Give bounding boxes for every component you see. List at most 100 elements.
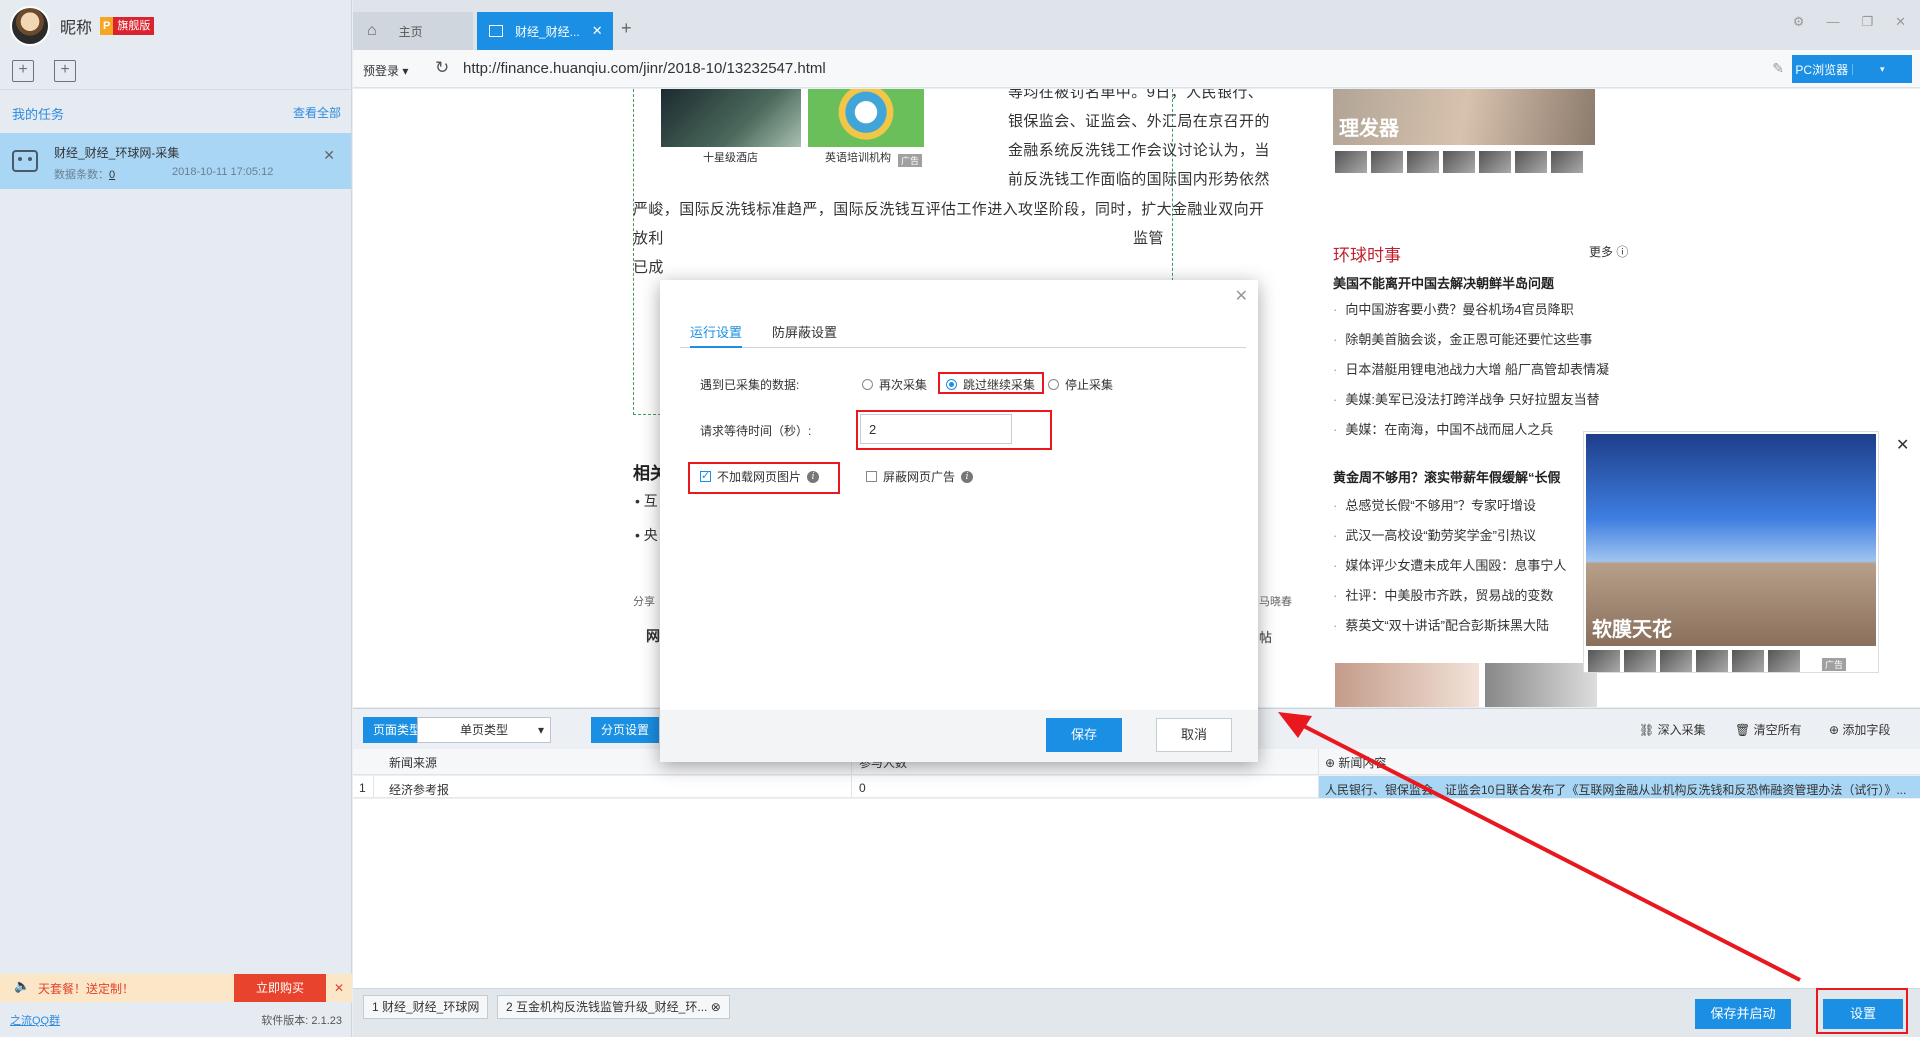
nickname[interactable]: 昵称 (60, 14, 92, 38)
pagination-button[interactable]: 分页设置 (591, 717, 660, 743)
news-item[interactable]: 除朝美首脑会谈，金正恩可能还要忙这些事 (1333, 329, 1592, 348)
pc-browser-button[interactable]: PC浏览器 ▾ (1792, 55, 1912, 83)
tab-home-label: 主页 (398, 24, 423, 39)
tab-close-icon[interactable]: ✕ (592, 23, 603, 39)
cell-content[interactable]: 人民银行、银保监会、证监会10日联合发布了《互联网金融从业机构反洗钱和反恐怖融资… (1325, 781, 1915, 798)
dialog-tabs: 运行设置 防屏蔽设置 (680, 322, 1246, 348)
task-item[interactable]: 财经_财经_环球网-采集 数据条数：0 2018-10-11 17:05:12 … (0, 133, 351, 189)
article-line: 金融系统反洗钱工作会议讨论认为，当 (1008, 142, 1270, 159)
news-item[interactable]: 美媒:美军已没法打跨洋战争 只好拉盟友当替 (1333, 389, 1599, 408)
add-field-button[interactable]: ⊕ 添加字段 (1829, 721, 1890, 738)
bottom-left-char: 网 (646, 628, 660, 644)
row-index: 1 (359, 781, 366, 795)
save-and-start-button[interactable]: 保存并启动 (1695, 999, 1791, 1029)
related-bullet[interactable]: • 央 (635, 525, 658, 545)
window-controls: ⚙ — ❐ ✕ (1793, 14, 1906, 30)
task-count-value[interactable]: 0 (109, 169, 115, 181)
table-row[interactable]: 1 经济参考报 0 人民银行、银保监会、证监会10日联合发布了《互联网金融从业机… (353, 776, 1920, 798)
tab-run-settings[interactable]: 运行设置 (690, 322, 743, 348)
annotation-box-images (688, 462, 840, 494)
settings-dialog: ✕ 运行设置 防屏蔽设置 遇到已采集的数据: 再次采集 跳过继续采集 停止采集 … (660, 280, 1258, 762)
gear-icon[interactable]: ⚙ (1793, 14, 1805, 30)
sidebar-footer: 之流QQ群 软件版本: 2.1.23 (0, 1008, 352, 1032)
tab-bar: ⌂ 主页 财经_财经... ✕ + ⚙ — ❐ ✕ (353, 0, 1920, 50)
checkbox-block-ads[interactable]: 屏蔽网页广告 i (866, 468, 974, 485)
new-task-icon[interactable]: + (12, 59, 34, 82)
bottom-ad-image-1[interactable] (1335, 663, 1479, 707)
news-section-title[interactable]: 环球时事 (1333, 241, 1401, 266)
cancel-button[interactable]: 取消 (1156, 718, 1232, 752)
url-field[interactable]: http://finance.huanqiu.com/jinr/2018-10/… (463, 60, 826, 77)
deep-collect-button[interactable]: ⛓ 深入采集 (1639, 721, 1706, 738)
column-header[interactable]: ⊕ 新闻内容 (1325, 754, 1386, 771)
page-tab-2[interactable]: 2 互金机构反洗钱监管升级_财经_环... ⊗ (497, 995, 730, 1019)
more-link-label: 更多 (1589, 245, 1614, 259)
radio-stop[interactable]: 停止采集 (1048, 376, 1113, 393)
post-right-text: 帖 (1259, 630, 1273, 645)
task-count-label: 数据条数： (54, 169, 109, 181)
ad-caption-1[interactable]: 十星级酒店 (703, 149, 758, 165)
article-line: 严峻，国际反洗钱标准趋严，国际反洗钱互评估工作进入攻坚阶段，同时，扩大金融业双向… (633, 201, 1265, 218)
qq-group-link[interactable]: 之流QQ群 (10, 1012, 60, 1028)
news-item[interactable]: 美媒：在南海，中国不战而屈人之兵 (1333, 419, 1553, 438)
restore-icon[interactable]: ❐ (1861, 14, 1873, 30)
ad-image-top[interactable]: 理发器 (1333, 89, 1595, 145)
tab-home[interactable]: ⌂ 主页 (353, 12, 473, 50)
sidebar: 昵称 P 旗舰版 + + 我的任务 查看全部 财经_财经_环球网-采集 数据条数… (0, 0, 352, 1037)
news-item[interactable]: 总感觉长假“不够用”？专家吁增设 (1333, 495, 1536, 514)
floating-ad-thumbs[interactable] (1588, 650, 1800, 672)
new-tab-icon[interactable]: + (621, 18, 632, 39)
minimize-icon[interactable]: — (1826, 14, 1839, 30)
floating-ad-close-icon[interactable]: ✕ (1896, 435, 1909, 455)
ad-thumbnail-2[interactable] (808, 89, 924, 147)
pencil-icon[interactable]: ✎ (1772, 60, 1784, 77)
share-label: 分享 (633, 596, 655, 608)
view-all-link[interactable]: 查看全部 (293, 104, 341, 123)
article-line: 等均在被罚名单中。9日，人民银行、 (1008, 89, 1264, 101)
floating-ad[interactable]: 软膜天花 广告 (1583, 431, 1879, 673)
info-icon[interactable]: i (961, 470, 974, 483)
ad-thumbs-top[interactable] (1335, 151, 1583, 173)
news-item[interactable]: 蔡英文“双十讲话”配合彭斯抹黑大陆 (1333, 615, 1549, 634)
chevron-down-icon[interactable]: ▾ (1851, 63, 1913, 75)
page-tab-1[interactable]: 1 财经_财经_环球网 (363, 995, 489, 1019)
new-folder-icon[interactable]: + (54, 59, 76, 82)
ad-thumbnail-1[interactable] (661, 89, 801, 147)
news-headline[interactable]: 美国不能离开中国去解决朝鲜半岛问题 (1333, 273, 1554, 292)
clear-all-button[interactable]: 🗑 清空所有 (1735, 721, 1802, 738)
cell-count[interactable]: 0 (859, 781, 866, 795)
buy-now-button[interactable]: 立即购买 (234, 974, 326, 1002)
dialog-footer: 保存 取消 (660, 710, 1258, 762)
bottom-ad-image-2[interactable] (1485, 663, 1597, 707)
status-bar: 1 财经_财经_环球网 2 互金机构反洗钱监管升级_财经_环... ⊗ 保存并启… (353, 988, 1920, 1037)
news-item[interactable]: 武汉一高校设“勤劳奖学金”引热议 (1333, 525, 1536, 544)
more-link[interactable]: 更多 ⓘ (1589, 243, 1628, 260)
cell-source[interactable]: 经济参考报 (389, 781, 449, 798)
news-item[interactable]: 日本潜艇用锂电池战力大增 船厂高管却表情凝 (1333, 359, 1609, 378)
avatar[interactable] (10, 6, 50, 46)
task-close-icon[interactable]: ✕ (323, 147, 335, 164)
tab-anti-block-settings[interactable]: 防屏蔽设置 (772, 322, 837, 341)
refresh-icon[interactable]: ↻ (435, 58, 449, 78)
radio-recollect[interactable]: 再次采集 (862, 376, 927, 393)
related-bullet[interactable]: • 互 (635, 491, 658, 511)
save-button[interactable]: 保存 (1046, 718, 1122, 752)
ad-tag: 广告 (898, 154, 923, 167)
page-tab-close-icon[interactable]: ⊗ (711, 1000, 721, 1014)
vip-label: 旗舰版 (113, 17, 155, 35)
ad-caption-2[interactable]: 英语培训机构 (825, 149, 891, 165)
close-window-icon[interactable]: ✕ (1895, 14, 1906, 30)
dialog-close-icon[interactable]: ✕ (1235, 286, 1248, 306)
promo-close-icon[interactable]: ✕ (326, 981, 352, 995)
task-date: 2018-10-11 17:05:12 (172, 166, 274, 178)
news-item[interactable]: 向中国游客要小费？曼谷机场4官员降职 (1333, 299, 1573, 318)
news-headline[interactable]: 黄金周不够用？滚实带薪年假缓解“长假 (1333, 467, 1561, 486)
task-count: 数据条数：0 (54, 166, 115, 182)
news-item[interactable]: 媒体评少女遭未成年人围殴：息事宁人 (1333, 555, 1566, 574)
article-line: 银保监会、证监会、外汇局在京召开的 (1008, 113, 1270, 130)
pre-login-dropdown[interactable]: 预登录 ▾ (363, 62, 408, 79)
page-type-select[interactable]: 单页类型 (417, 717, 551, 743)
column-header[interactable]: 新闻来源 (389, 754, 437, 771)
news-item[interactable]: 社评：中美股市齐跌，贸易战的变数 (1333, 585, 1553, 604)
tab-active-page[interactable]: 财经_财经... ✕ (477, 12, 613, 50)
